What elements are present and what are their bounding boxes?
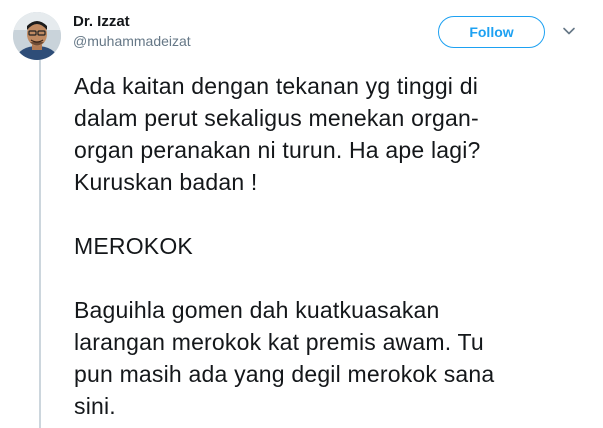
tweet-line: Baguihla gomen dah kuatkuasakan	[74, 297, 440, 323]
display-name[interactable]: Dr. Izzat	[73, 12, 191, 32]
tweet-paragraph: Ada kaitan dengan tekanan yg tinggi di d…	[74, 70, 594, 198]
tweet-line: Kuruskan badan !	[74, 169, 258, 195]
tweet-line: larangan merokok kat premis awam. Tu	[74, 329, 484, 355]
avatar[interactable]	[13, 12, 61, 60]
author-info: Dr. Izzat @muhammadeizat	[73, 12, 191, 50]
tweet-line: dalam perut sekaligus menekan organ-	[74, 105, 479, 131]
thread-line	[39, 60, 41, 428]
tweet-paragraph: Baguihla gomen dah kuatkuasakan larangan…	[74, 294, 594, 422]
tweet-line: MEROKOK	[74, 233, 193, 259]
tweet-line: organ peranakan ni turun. Ha ape lagi?	[74, 137, 481, 163]
tweet-card: Dr. Izzat @muhammadeizat Follow Ada kait…	[0, 0, 603, 428]
tweet-paragraph: MEROKOK	[74, 230, 594, 262]
follow-button[interactable]: Follow	[438, 16, 545, 48]
tweet-line: sini.	[74, 393, 116, 419]
chevron-down-icon[interactable]	[562, 24, 576, 38]
tweet-text: Ada kaitan dengan tekanan yg tinggi di d…	[74, 70, 594, 422]
user-handle[interactable]: @muhammadeizat	[73, 32, 191, 50]
tweet-line: Ada kaitan dengan tekanan yg tinggi di	[74, 73, 479, 99]
tweet-line: pun masih ada yang degil merokok sana	[74, 361, 495, 387]
